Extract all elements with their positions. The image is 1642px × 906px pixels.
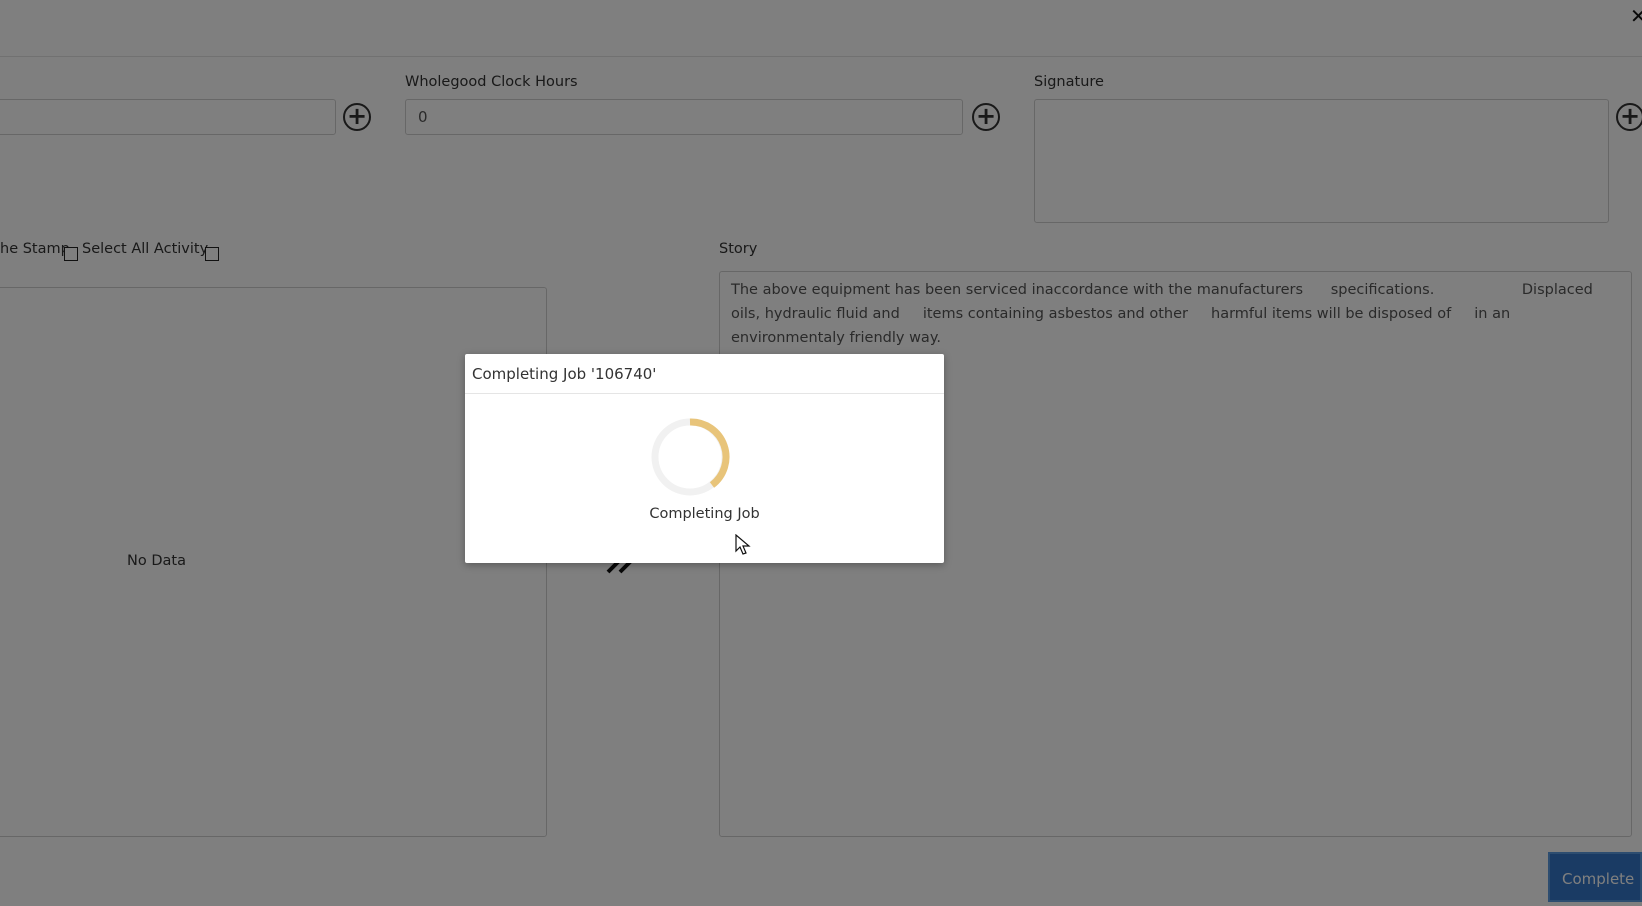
completing-job-modal: Completing Job '106740' Completing Job [465, 354, 944, 563]
mouse-cursor-icon [735, 534, 751, 555]
modal-title: Completing Job '106740' [465, 354, 944, 394]
modal-message: Completing Job [649, 506, 760, 522]
loading-spinner-icon [651, 418, 730, 496]
